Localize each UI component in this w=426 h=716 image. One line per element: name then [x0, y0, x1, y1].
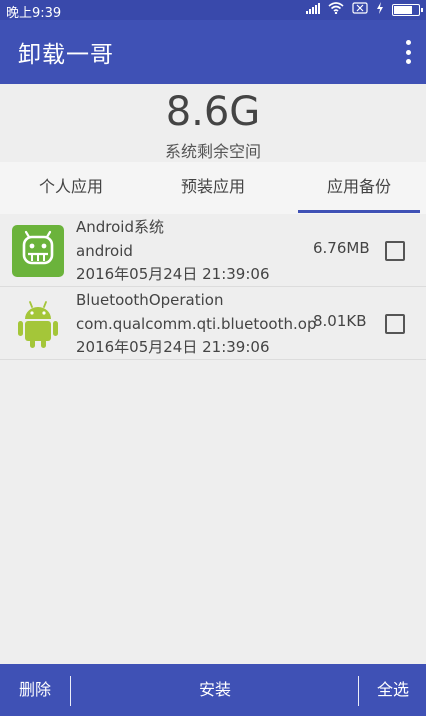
status-time: 晚上9:39 [6, 6, 62, 21]
select-checkbox[interactable] [385, 241, 405, 261]
app-info: BluetoothOperation com.qualcomm.qti.blue… [76, 289, 316, 360]
app-bar: 卸载一哥 [0, 20, 426, 84]
signal-icon [306, 2, 320, 18]
app-name: BluetoothOperation [76, 291, 224, 309]
storage-summary: 8.6G 系统剩余空间 [0, 84, 426, 162]
charging-icon [376, 2, 384, 18]
status-bar: 晚上9:39 [0, 0, 426, 21]
app-name: Android系统 [76, 218, 164, 236]
app-date: 2016年05月24日 21:39:06 [76, 338, 270, 356]
app-package: android [76, 241, 133, 260]
more-vert-icon[interactable] [404, 40, 412, 64]
tab-preinstalled-apps[interactable]: 预装应用 [142, 162, 284, 214]
android-system-icon [12, 225, 64, 277]
app-size: 6.76MB [313, 239, 370, 257]
app-title: 卸载一哥 [18, 42, 114, 68]
tab-personal-apps[interactable]: 个人应用 [0, 162, 142, 214]
list-item[interactable]: BluetoothOperation com.qualcomm.qti.blue… [0, 287, 426, 360]
select-checkbox[interactable] [385, 314, 405, 334]
battery-icon [392, 4, 423, 16]
app-info: Android系统 android 2016年05月24日 21:39:06 [76, 216, 269, 287]
tab-app-backup[interactable]: 应用备份 [298, 162, 420, 214]
sim-off-icon [352, 2, 368, 18]
divider [70, 676, 71, 706]
delete-button[interactable]: 删除 [0, 664, 70, 716]
tab-indicator [298, 210, 420, 213]
list-item[interactable]: Android系统 android 2016年05月24日 21:39:06 6… [0, 214, 426, 287]
status-icons [306, 2, 423, 18]
android-robot-icon [12, 298, 64, 350]
install-button[interactable]: 安装 [72, 664, 358, 716]
bottom-action-bar: 删除 安装 全选 [0, 664, 426, 716]
select-all-button[interactable]: 全选 [360, 664, 426, 716]
app-date: 2016年05月24日 21:39:06 [76, 265, 270, 283]
app-list: Android系统 android 2016年05月24日 21:39:06 6… [0, 214, 426, 360]
wifi-icon [328, 2, 344, 18]
app-size: 8.01KB [313, 312, 367, 330]
storage-label: 系统剩余空间 [164, 142, 261, 161]
tab-bar: 个人应用 预装应用 应用备份 [0, 162, 426, 214]
storage-size: 8.6G [165, 89, 261, 135]
app-package: com.qualcomm.qti.bluetooth.op [76, 314, 317, 333]
divider [358, 676, 359, 706]
